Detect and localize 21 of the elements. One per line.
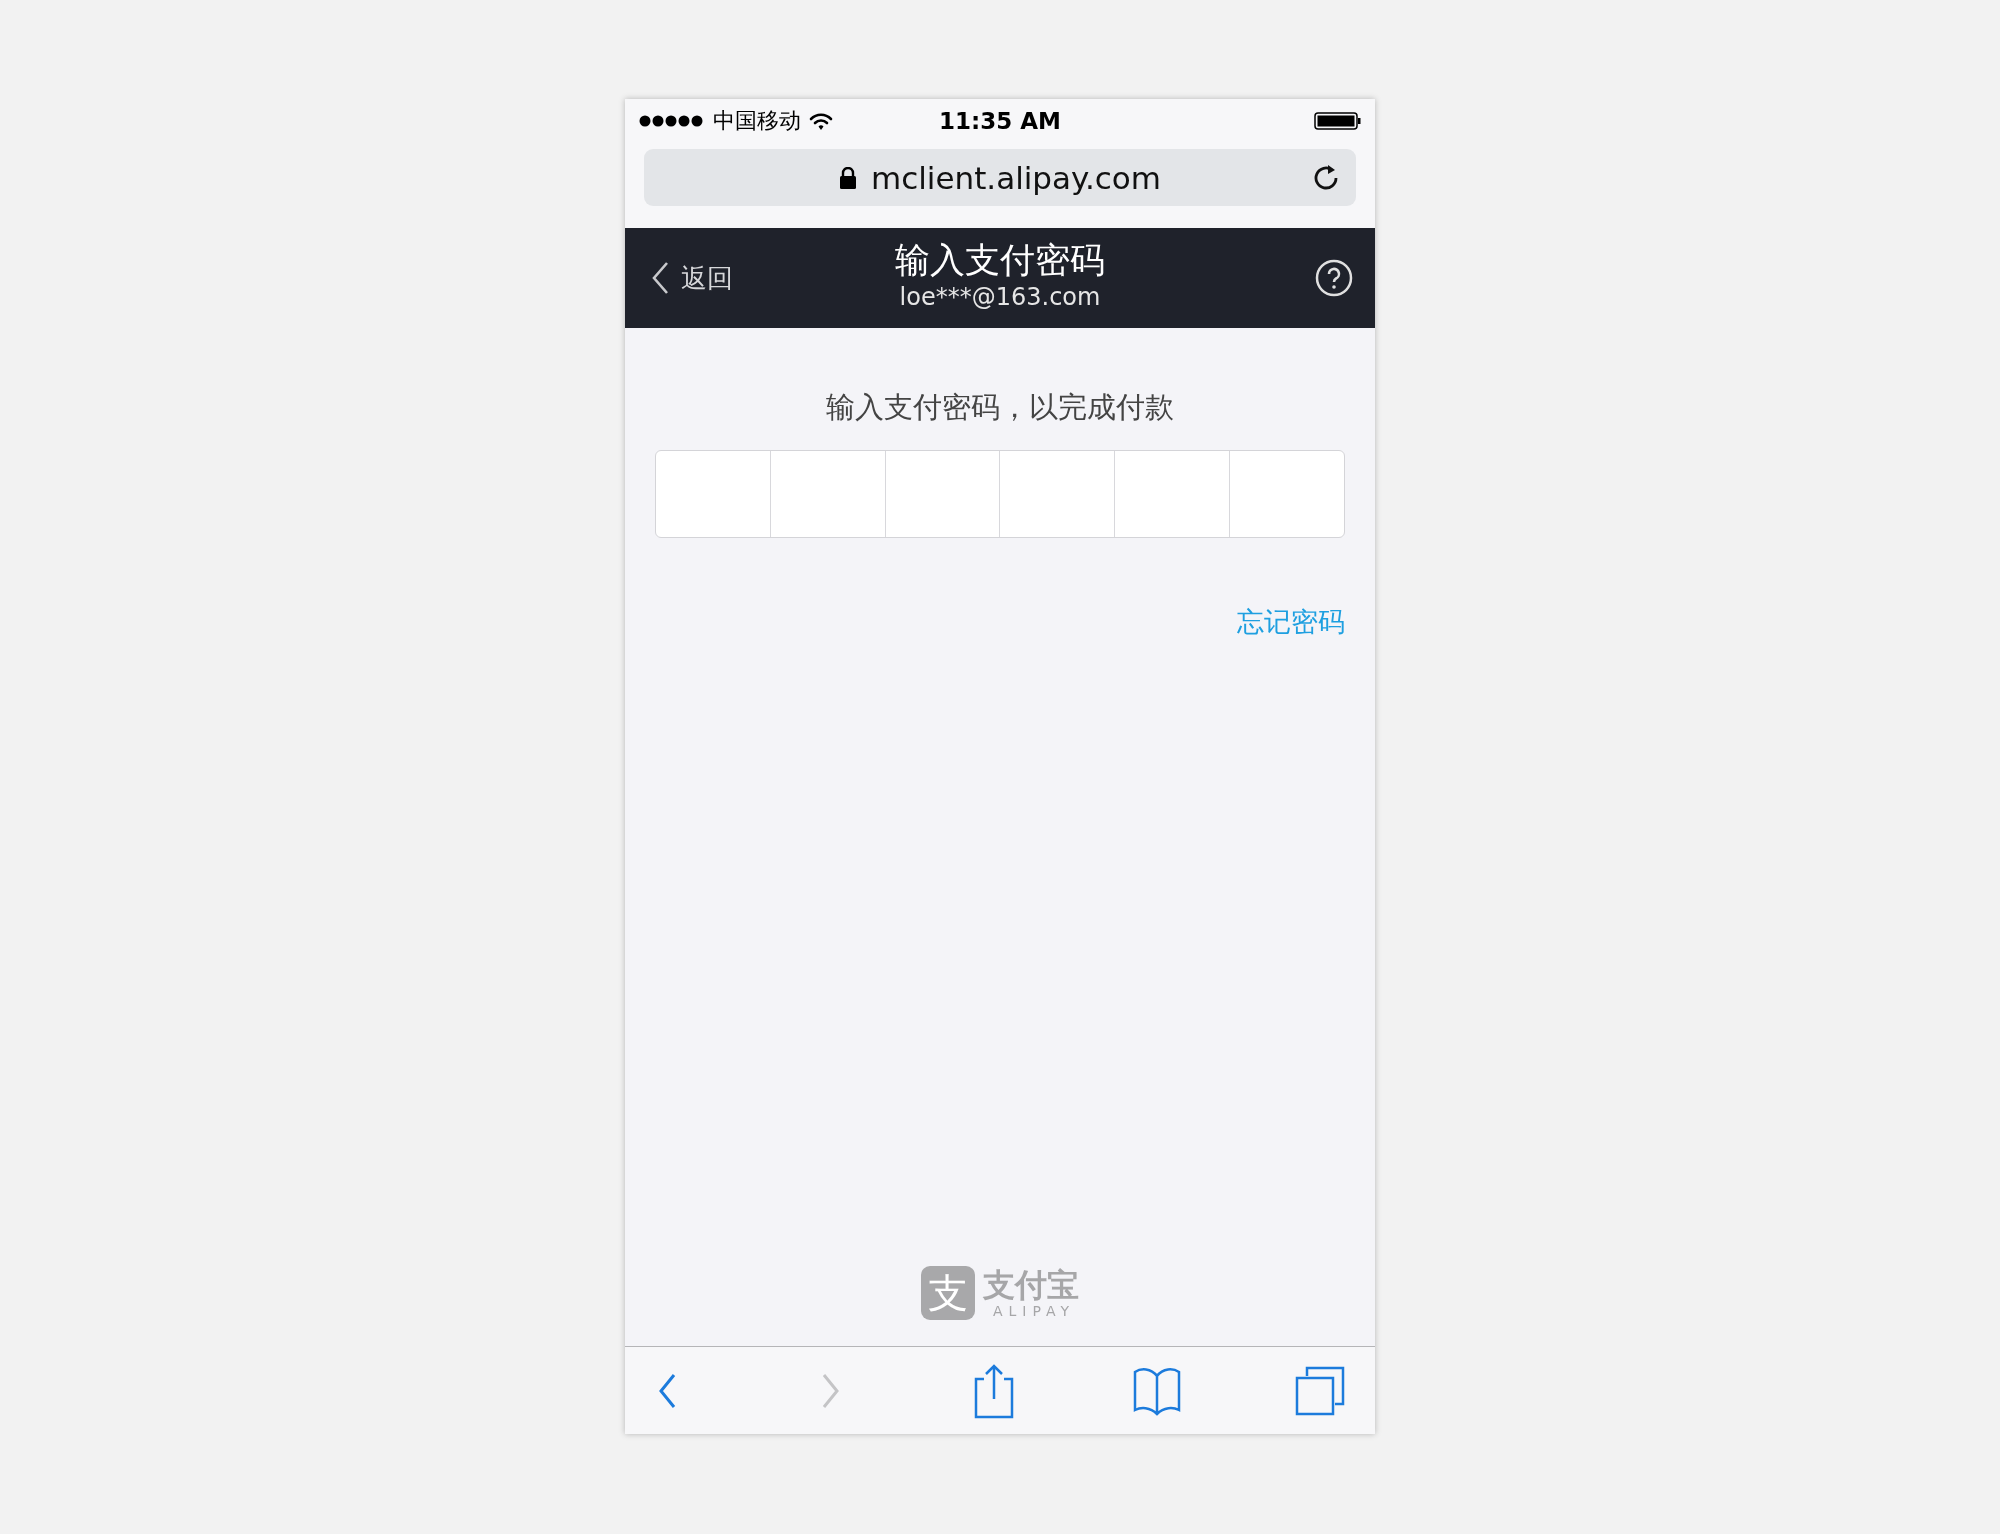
tabs-icon [1295,1365,1345,1416]
page-title: 输入支付密码 [895,239,1105,282]
chevron-left-icon [651,261,669,295]
lock-icon [838,166,857,189]
back-button[interactable]: 返回 [647,260,737,296]
book-icon [1133,1365,1181,1416]
brand-name: 支付宝 [983,1267,1079,1303]
payment-prompt: 输入支付密码，以完成付款 [826,389,1174,426]
account-email: loe***@163.com [899,282,1101,312]
url-text: mclient.alipay.com [870,159,1162,196]
help-icon[interactable] [1315,259,1353,297]
address-field[interactable]: mclient.alipay.com [644,149,1356,206]
battery-icon [1314,112,1361,130]
signal-icon [639,114,705,128]
carrier-name: 中国移动 [713,107,801,135]
brand-name-latin: ALIPAY [992,1303,1076,1319]
clock-time: 11:35 AM [939,108,1061,134]
wifi-icon [809,111,833,131]
logo-mark: 支 [921,1266,975,1320]
password-field[interactable] [655,450,1345,538]
share-icon [974,1362,1014,1419]
